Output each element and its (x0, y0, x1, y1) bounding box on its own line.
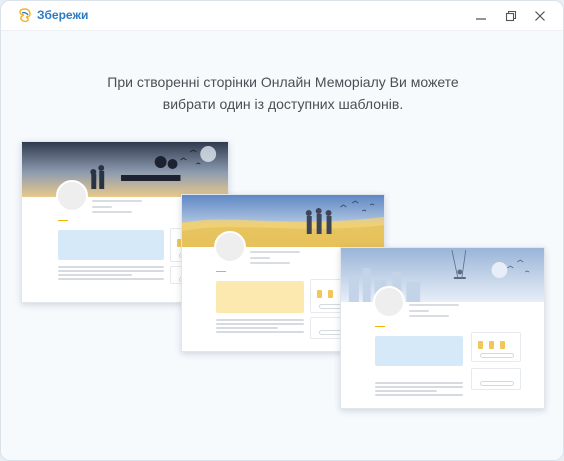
support-button[interactable] (480, 381, 514, 386)
candles-box (471, 332, 521, 362)
logo-icon (19, 8, 31, 23)
profile-name-line (92, 200, 142, 202)
avatar (56, 180, 88, 212)
profile-dates-line (250, 262, 290, 264)
avatar (373, 286, 405, 318)
close-button[interactable] (532, 8, 548, 24)
bio-text-lines (375, 382, 463, 398)
minimize-icon (476, 18, 486, 20)
close-icon (535, 11, 545, 21)
quote-card (58, 230, 164, 260)
quote-card (216, 281, 304, 313)
light-candle-button[interactable] (480, 353, 514, 358)
bio-text-lines (216, 319, 304, 335)
intro-line-1: При створенні сторінки Онлайн Меморіалу … (107, 74, 459, 90)
profile-name-line (409, 304, 459, 306)
template-card-swing-city[interactable] (340, 247, 545, 409)
logo-text: Збережи (37, 8, 89, 22)
bio-text-lines (58, 266, 164, 282)
app-logo: Збережи (17, 7, 88, 23)
profile-dates-line (409, 315, 449, 317)
template-banner (341, 248, 544, 302)
title-bar: Збережи (1, 1, 563, 31)
app-window: Збережи При створенні сторінки Онлайн Ме… (0, 0, 564, 461)
profile-name-line (250, 251, 300, 253)
profile-meta-line (250, 257, 270, 259)
template-banner (22, 142, 228, 197)
template-banner (182, 195, 384, 247)
intro-line-2: вибрати один із доступних шаблонів. (162, 96, 404, 112)
profile-tabs (375, 324, 425, 327)
fundraiser-box (471, 368, 521, 390)
profile-meta-line (92, 206, 112, 208)
profile-tabs (216, 269, 266, 272)
profile-dates-line (92, 211, 132, 213)
intro-text: При створенні сторінки Онлайн Меморіалу … (61, 71, 505, 115)
profile-meta-line (409, 310, 429, 312)
profile-tabs (58, 218, 108, 221)
quote-card (375, 336, 463, 366)
restore-icon (505, 10, 517, 22)
restore-button[interactable] (503, 8, 519, 24)
avatar (214, 231, 246, 263)
minimize-button[interactable] (473, 8, 489, 24)
